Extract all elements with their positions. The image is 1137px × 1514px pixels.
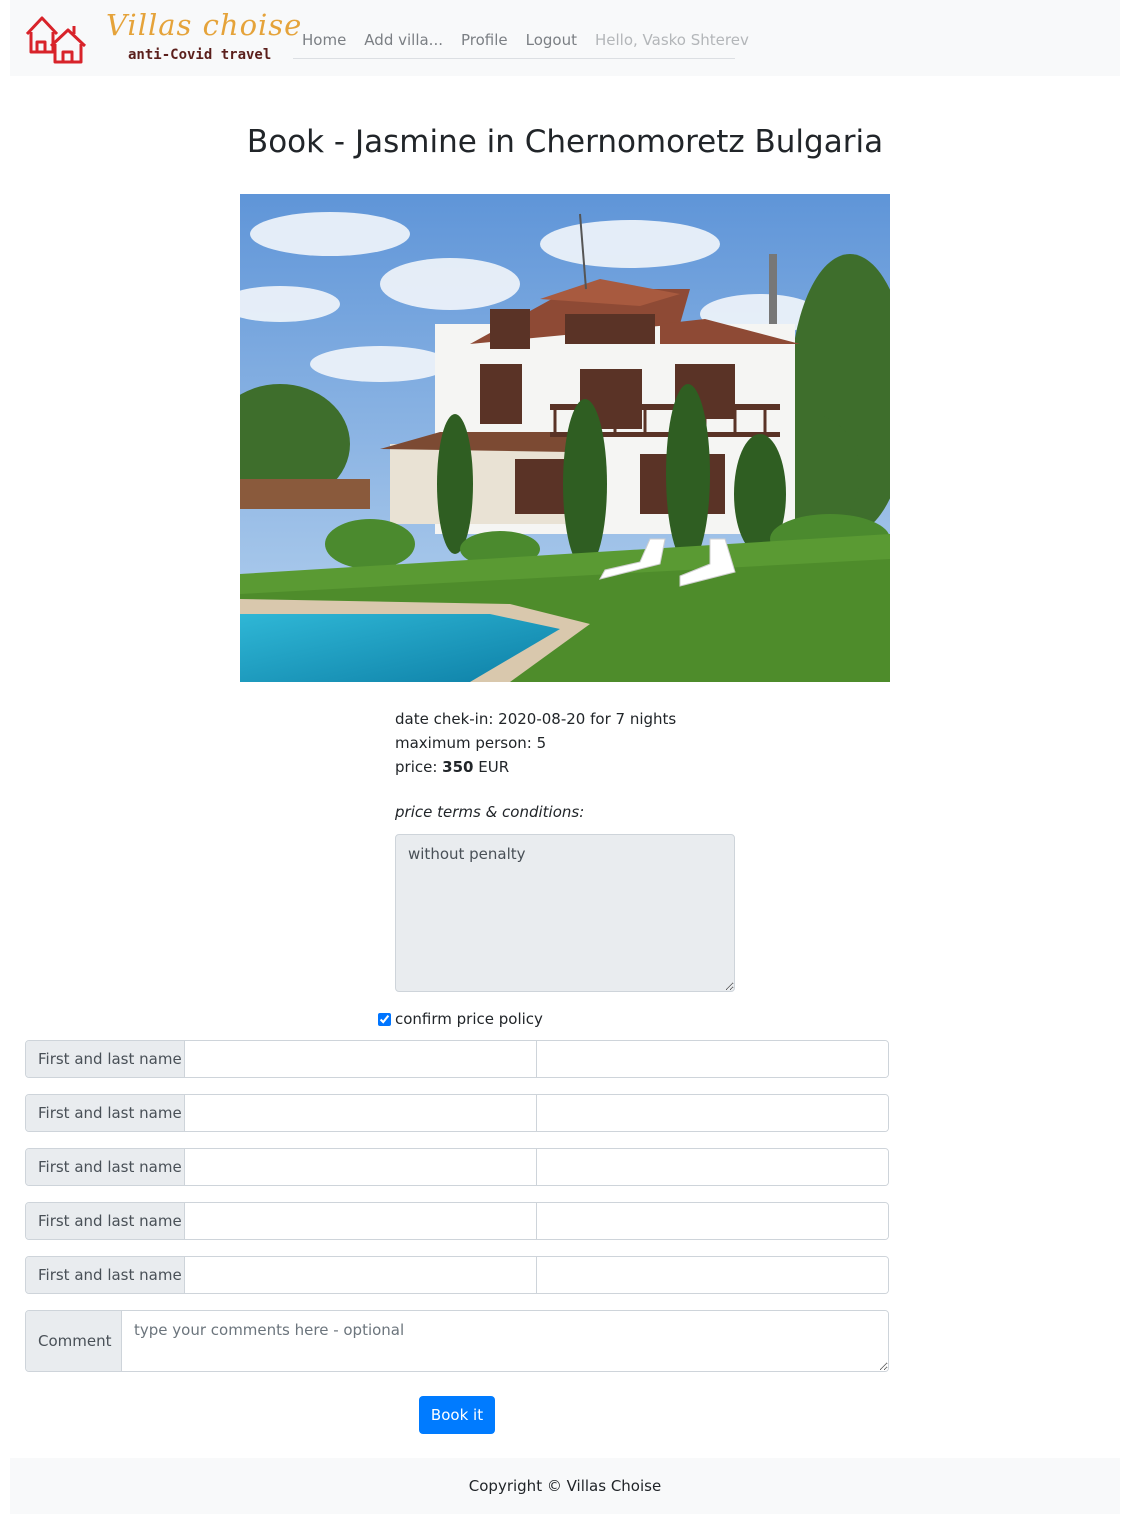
max-person-info: maximum person: 5 <box>395 734 547 752</box>
house-logo-icon <box>25 16 87 64</box>
first-name-input[interactable] <box>185 1149 536 1185</box>
main-nav: Home Add villa... Profile Logout Hello, … <box>293 22 749 59</box>
navbar: Villas choise anti-Covid travel Home Add… <box>10 0 1120 76</box>
guest-name-group: First and last name <box>25 1202 889 1240</box>
nav-home[interactable]: Home <box>302 31 346 49</box>
last-name-input[interactable] <box>536 1041 888 1077</box>
book-it-button[interactable]: Book it <box>419 1396 495 1434</box>
guest-name-label: First and last name <box>26 1095 185 1131</box>
page-title: Book - Jasmine in Chernomoretz Bulgaria <box>246 124 884 160</box>
confirm-checkbox[interactable] <box>378 1012 391 1026</box>
first-name-input[interactable] <box>185 1041 536 1077</box>
brand-logo[interactable]: Villas choise anti-Covid travel <box>24 8 301 66</box>
nav-logout[interactable]: Logout <box>526 31 577 49</box>
guest-name-group: First and last name <box>25 1148 889 1186</box>
villa-photo <box>240 194 890 682</box>
guest-name-group: First and last name <box>25 1040 889 1078</box>
price-label: price: <box>395 758 438 776</box>
booking-details: date chek-in: 2020-08-20 for 7 nights ma… <box>395 707 676 779</box>
guest-name-label: First and last name <box>26 1203 185 1239</box>
confirm-price-policy[interactable]: confirm price policy <box>378 1010 543 1028</box>
brand-subtitle: anti-Covid travel <box>128 47 272 63</box>
footer: Copyright © Villas Choise <box>10 1458 1120 1514</box>
last-name-input[interactable] <box>536 1257 888 1293</box>
first-name-input[interactable] <box>185 1203 536 1239</box>
last-name-input[interactable] <box>536 1149 888 1185</box>
last-name-input[interactable] <box>536 1203 888 1239</box>
nav-profile[interactable]: Profile <box>461 31 508 49</box>
price-currency: EUR <box>478 758 510 776</box>
guest-name-label: First and last name <box>26 1257 185 1293</box>
last-name-input[interactable] <box>536 1095 888 1131</box>
guest-name-group: First and last name <box>25 1256 889 1294</box>
comment-label: Comment <box>26 1311 122 1371</box>
price-info: price: 350 EUR <box>395 755 676 779</box>
user-greeting: Hello, Vasko Shterev <box>594 31 749 49</box>
guest-name-group: First and last name <box>25 1094 889 1132</box>
confirm-label: confirm price policy <box>395 1010 543 1028</box>
terms-label: price terms & conditions: <box>395 803 585 821</box>
comment-group: Comment <box>25 1310 889 1372</box>
price-value: 350 <box>442 758 474 776</box>
guest-name-label: First and last name <box>26 1149 185 1185</box>
first-name-input[interactable] <box>185 1095 536 1131</box>
copyright-text: Copyright © Villas Choise <box>468 1477 662 1495</box>
guest-name-label: First and last name <box>26 1041 185 1077</box>
comment-textarea[interactable] <box>122 1311 888 1371</box>
checkin-info: date chek-in: 2020-08-20 for 7 nights <box>395 710 677 728</box>
first-name-input[interactable] <box>185 1257 536 1293</box>
nav-add-villa[interactable]: Add villa... <box>364 31 443 49</box>
terms-textarea[interactable]: without penalty <box>395 834 735 992</box>
brand-title: Villas choise <box>106 8 303 42</box>
